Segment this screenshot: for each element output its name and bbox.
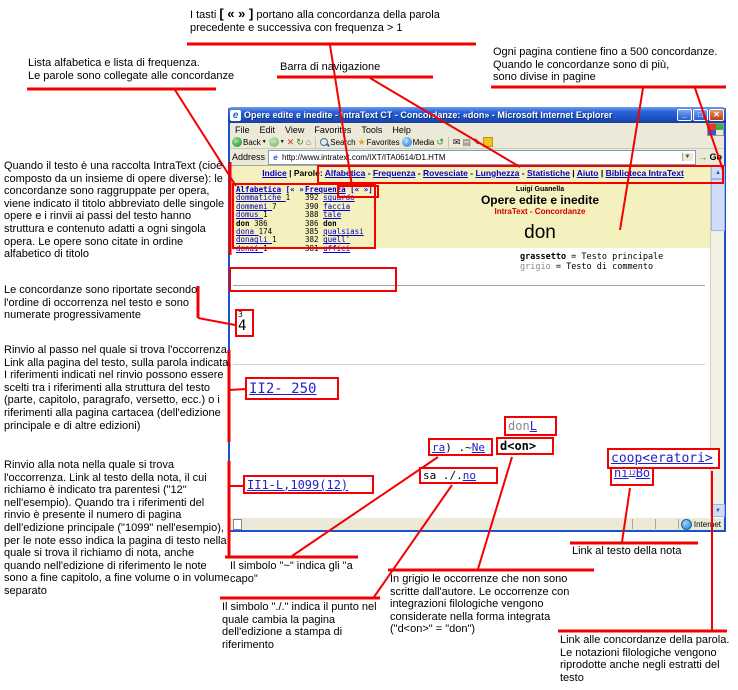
search-button[interactable]: Search (320, 138, 355, 147)
work-header: Luigi Guanella Opere edite e inedite Int… (440, 186, 640, 244)
callout-pagebreak-symbol: sa ./. no (419, 467, 498, 484)
annotation-navbar: Barra di navigazione (280, 61, 380, 74)
forward-icon: → (269, 137, 279, 147)
annotation-keys-glyphs: [ « » ] (219, 6, 253, 21)
edit-icon[interactable]: ✎ (473, 137, 481, 147)
annotation-lists: Lista alfabetica e lista di frequenza. L… (28, 57, 248, 82)
media-icon: ♪ (402, 137, 412, 147)
maximize-button[interactable]: □ (693, 109, 708, 121)
callout-page-reference[interactable]: II2- 250 (245, 377, 339, 400)
text-run: sa ./. (423, 469, 463, 482)
address-url: http://www.intratext.com/IXT/ITA0614/D1.… (282, 153, 445, 162)
annotation-keys-post: portano alla concordanza della parola (253, 9, 440, 21)
menu-tools[interactable]: Tools (361, 125, 382, 135)
address-input[interactable]: e http://www.intratext.com/IXT/ITA0614/D… (268, 150, 695, 165)
menu-favorites[interactable]: Favorites (314, 125, 351, 135)
window-title: Opere edite e inedite - IntraText CT - C… (244, 110, 676, 120)
word-link[interactable]: II2- 250 (249, 381, 316, 397)
highlight-section-title (229, 267, 397, 292)
history-icon[interactable]: ↺ (436, 137, 444, 147)
word-link[interactable]: L (530, 419, 537, 433)
address-dropdown-icon[interactable]: ▼ (682, 153, 693, 161)
toolbar-separator (448, 137, 449, 148)
page-icon: e (271, 153, 280, 162)
toolbar-separator (315, 137, 316, 148)
annotation-note-reference: Rinvio alla nota nella quale si trova l'… (4, 459, 232, 598)
document-icon (233, 519, 242, 530)
callout-word-link[interactable]: coop<eratori> (607, 448, 720, 469)
annotated-screenshot: I tasti [ « » ] portano alla concordanza… (0, 0, 738, 690)
stop-icon[interactable]: ✕ (287, 137, 295, 147)
highlight-nav-bar (317, 165, 724, 184)
close-button[interactable]: ✕ (709, 109, 724, 121)
text-run: don (508, 419, 530, 433)
annotation-keys-pre: I tasti (190, 9, 219, 21)
callout-gray-occurrence: don L (504, 416, 557, 436)
scroll-thumb[interactable] (711, 179, 725, 231)
annotation-reference: Rinvio al passo nel quale si trova l'occ… (4, 344, 232, 432)
annotation-note-link: Link al testo della nota (572, 545, 732, 558)
legend: grassetto = Testo principale grigio = Te… (520, 252, 663, 272)
internet-zone-icon (681, 519, 692, 530)
internet-zone-label: Internet (694, 520, 721, 529)
word-link[interactable]: Ne (472, 441, 485, 454)
minimize-button[interactable]: _ (677, 109, 692, 121)
callout-note-reference[interactable]: II1-L,1099(12) (243, 475, 374, 494)
annotation-keys-line2: precedente e successiva con frequenza > … (190, 22, 403, 34)
divider (233, 364, 705, 365)
back-icon: ← (232, 137, 242, 147)
home-icon[interactable]: ⌂ (306, 137, 311, 147)
menu-file[interactable]: File (235, 125, 250, 135)
windows-logo-icon (707, 123, 724, 136)
callout-tilde-symbol: ra) .~ Ne (428, 438, 493, 456)
favorites-button[interactable]: ★Favorites (358, 137, 400, 148)
print-icon[interactable]: ▤ (462, 137, 471, 147)
nav-indice[interactable]: Indice (262, 168, 287, 178)
concordance-word: don (440, 222, 640, 244)
word-link[interactable]: coop<eratori> (611, 451, 713, 466)
word-link[interactable]: 12 (628, 470, 635, 477)
address-bar: Address e http://www.intratext.com/IXT/I… (230, 149, 724, 166)
annotation-word-link: Link alle concordanze della parola. Le n… (560, 634, 738, 684)
status-bar: Internet (230, 517, 724, 530)
word-link[interactable]: no (463, 469, 476, 482)
messenger-icon[interactable] (483, 137, 493, 147)
address-label: Address (232, 152, 265, 162)
menu-bar: File Edit View Favorites Tools Help (230, 123, 724, 137)
favorites-star-icon: ★ (358, 137, 366, 148)
annotation-pagebreak: Il simbolo "./." indica il punto nel qua… (222, 601, 390, 651)
word-link[interactable]: II1-L,1099(12) (247, 478, 348, 492)
toolbar: ←Back▼ →▼ ✕ ↻ ⌂ Search ★Favorites ♪Media… (230, 136, 724, 149)
callout-row-numbers: 3 4 (235, 309, 254, 337)
word-link[interactable]: ra (432, 441, 445, 454)
ie-icon: e (230, 110, 241, 121)
work-title: Opere edite e inedite (440, 193, 640, 207)
annotation-keys: I tasti [ « » ] portano alla concordanza… (190, 8, 500, 34)
menu-help[interactable]: Help (392, 125, 411, 135)
refresh-icon[interactable]: ↻ (296, 137, 304, 147)
annotation-order: Le concordanze sono riportate secondo l'… (4, 284, 214, 322)
go-arrow-icon: → (699, 152, 708, 162)
title-bar[interactable]: e Opere edite e inedite - IntraText CT -… (228, 107, 726, 123)
mail-icon[interactable]: ✉ (453, 137, 461, 147)
annotation-pages: Ogni pagina contiene fino a 500 concorda… (493, 46, 733, 84)
text-run: ) .~ (445, 441, 472, 454)
menu-view[interactable]: View (285, 125, 304, 135)
annotation-collection: Quando il testo è una raccolta IntraText… (4, 160, 228, 261)
scroll-down-icon[interactable]: ▼ (711, 504, 725, 517)
menu-edit[interactable]: Edit (260, 125, 276, 135)
search-icon (320, 138, 329, 147)
author-name: Luigi Guanella (440, 186, 640, 193)
media-button[interactable]: ♪Media (402, 137, 435, 147)
back-button[interactable]: ←Back▼ (232, 137, 267, 147)
callout-philological-form: d<on> (496, 437, 554, 455)
highlight-freq-arrows (337, 185, 379, 198)
annotation-gray-text: In grigio le occorrenze che non sono scr… (390, 573, 595, 636)
page-kind: IntraText - Concordanze (440, 207, 640, 216)
go-button[interactable]: →Go (699, 152, 723, 162)
forward-button[interactable]: →▼ (269, 137, 285, 147)
annotation-tilde: Il simbolo "~" indica gli "a capo" (230, 560, 370, 585)
